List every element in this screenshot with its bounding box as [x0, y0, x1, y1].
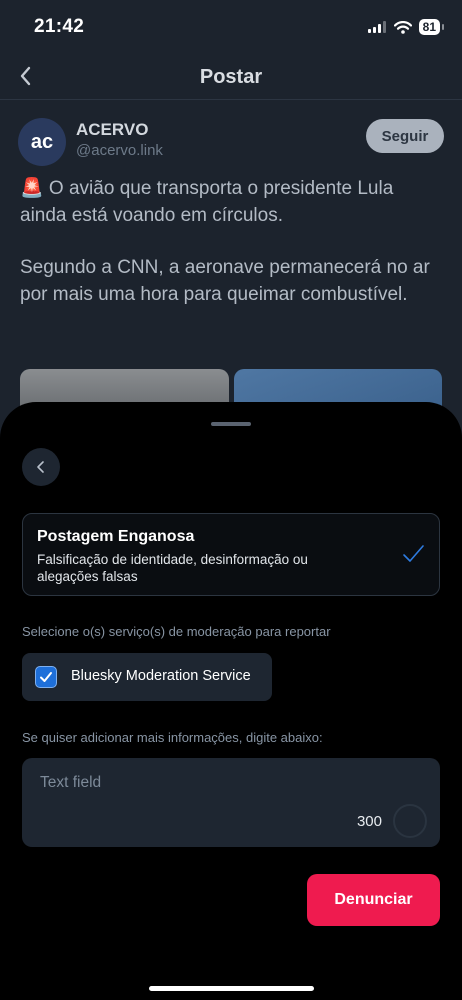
- chevron-left-icon: [37, 461, 44, 473]
- selected-reason-card[interactable]: Postagem Enganosa Falsificação de identi…: [22, 513, 440, 596]
- service-label: Bluesky Moderation Service: [71, 668, 251, 684]
- post-paragraph: Segundo a CNN, a aeronave permanecerá no…: [20, 257, 430, 305]
- post-paragraph: 🚨 O avião que transporta o presidente Lu…: [20, 178, 394, 226]
- check-icon: [40, 672, 52, 682]
- services-label: Selecione o(s) serviço(s) de moderação p…: [22, 624, 331, 639]
- reason-description: Falsificação de identidade, desinformaçã…: [37, 552, 308, 584]
- sheet-back-button[interactable]: [22, 448, 60, 486]
- submit-report-button[interactable]: Denunciar: [307, 874, 440, 926]
- status-bar: 21:42 81: [0, 0, 462, 56]
- status-time: 21:42: [34, 16, 85, 37]
- character-counter: 300: [356, 813, 382, 830]
- checkmark-icon: [403, 545, 424, 562]
- sheet-grabber[interactable]: [211, 422, 251, 426]
- follow-button[interactable]: Seguir: [366, 119, 444, 153]
- character-progress-ring: [393, 804, 427, 838]
- home-indicator[interactable]: [149, 986, 314, 991]
- signal-icon: [367, 21, 386, 33]
- wifi-icon: [393, 20, 412, 34]
- service-checkbox[interactable]: [35, 666, 57, 688]
- reason-title: Postagem Enganosa: [37, 528, 195, 545]
- details-text-field[interactable]: Text field 300: [22, 758, 440, 847]
- report-sheet: Postagem Enganosa Falsificação de identi…: [0, 402, 462, 1000]
- moderation-service-option[interactable]: Bluesky Moderation Service: [22, 653, 272, 701]
- post-text: 🚨 O avião que transporta o presidente Lu…: [20, 176, 430, 334]
- author-name[interactable]: ACERVO: [76, 120, 148, 140]
- page-title: Postar: [199, 66, 263, 88]
- text-field-placeholder: Text field: [40, 774, 102, 791]
- details-label: Se quiser adicionar mais informações, di…: [22, 730, 323, 745]
- status-icons: 81: [367, 19, 445, 35]
- battery-indicator: 81: [418, 19, 445, 35]
- author-handle[interactable]: @acervo.link: [76, 142, 163, 159]
- avatar[interactable]: ac: [18, 118, 66, 166]
- top-nav: Postar: [0, 56, 462, 100]
